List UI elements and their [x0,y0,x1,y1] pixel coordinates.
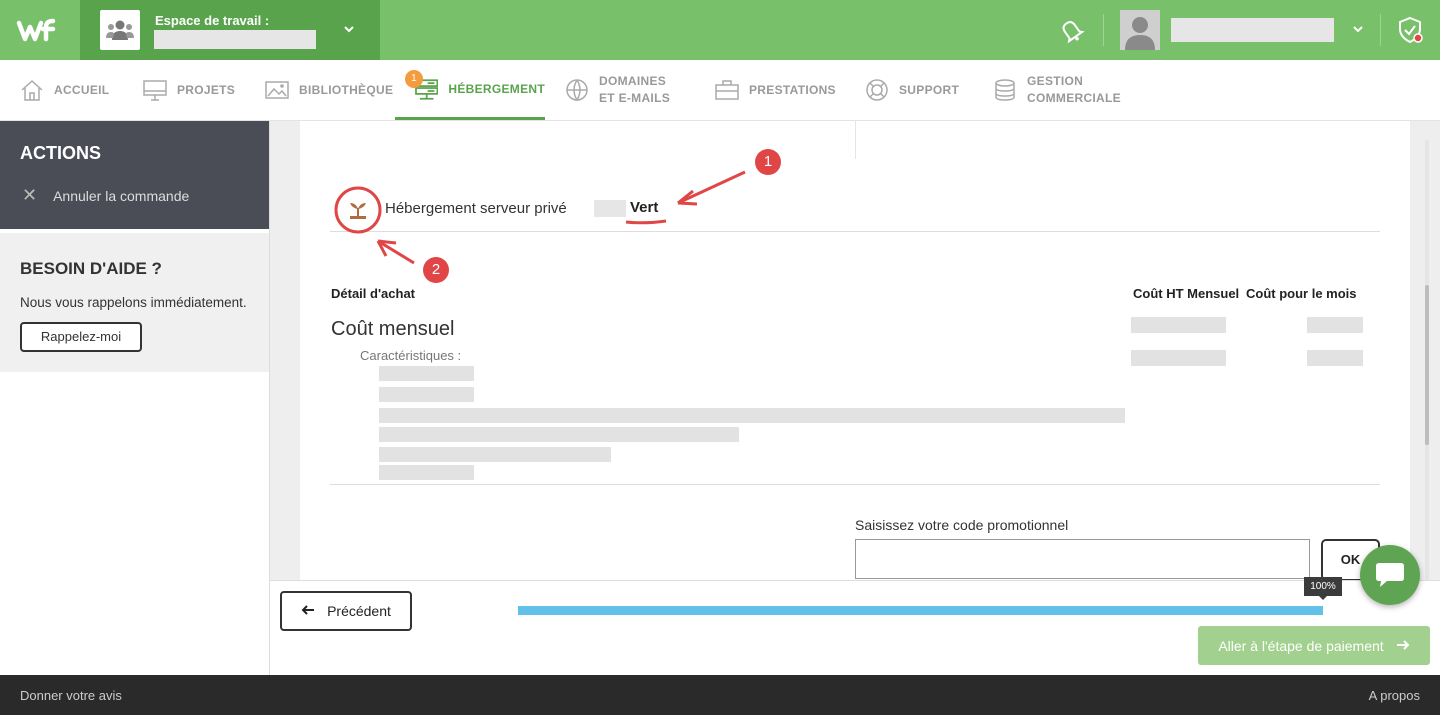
redacted-value [1131,350,1226,366]
main-nav: ACCUEIL PROJETS BIBLIOTHÈQUE 1 HÉBERGEME… [0,60,1440,121]
feedback-link[interactable]: Donner votre avis [20,688,122,703]
home-icon [21,79,43,101]
redacted-value [1131,317,1226,333]
nav-label: SUPPORT [899,83,960,97]
arrow-right-icon [1396,637,1410,655]
workspace-selector[interactable]: Espace de travail : [80,0,380,60]
redacted-characteristic [379,387,474,402]
sidebar: ACTIONS ✕ Annuler la commande BESOIN D'A… [0,121,270,675]
nav-label: PROJETS [177,83,236,97]
cancel-order-label: Annuler la commande [53,187,190,204]
notification-badge: 1 [405,70,423,88]
promo-code-input[interactable] [855,539,1310,579]
bottom-bar: Donner votre avis A propos [0,675,1440,715]
nav-label: BIBLIOTHÈQUE [299,83,394,97]
user-icon [1120,10,1160,50]
nav-label-line1: GESTION [1027,74,1084,88]
redacted-characteristic [379,427,739,442]
order-card [300,121,1410,581]
briefcase-icon [715,80,739,100]
monthly-cost-label: Coût mensuel [331,318,455,340]
help-panel: BESOIN D'AIDE ? Nous vous rappelons immé… [0,233,269,372]
progress-label: 100% [1304,577,1342,600]
column-header-cost-month: Coût pour le mois [1246,286,1357,301]
redacted-characteristic [379,465,474,480]
scrollbar-thumb[interactable] [1425,285,1429,445]
actions-title: ACTIONS [20,143,101,163]
product-title: Hébergement serveur privé [385,200,567,217]
nav-item-accueil[interactable]: ACCUEIL [20,60,109,120]
redacted-value [1307,317,1363,333]
go-to-payment-label: Aller à l'étape de paiement [1218,637,1384,654]
nav-item-bibliotheque[interactable]: BIBLIOTHÈQUE [265,60,393,120]
cancel-order-link[interactable]: ✕ Annuler la commande [20,185,189,206]
about-link[interactable]: A propos [1369,688,1420,703]
nav-label: ACCUEIL [54,83,110,97]
characteristics-label: Caractéristiques : [360,348,462,363]
go-to-payment-button[interactable]: Aller à l'étape de paiement [1198,626,1430,665]
workspace-name-redacted [154,30,316,49]
image-icon [265,81,289,99]
nav-label-line1: DOMAINES [599,74,667,88]
user-name-redacted[interactable] [1171,18,1334,42]
callback-button[interactable]: Rappelez-moi [20,322,142,352]
chat-icon [1376,563,1404,587]
group-icon [106,20,134,40]
product-name-redacted [594,200,626,217]
workspace-avatar [100,10,140,50]
redacted-characteristic [379,408,1125,423]
lifebuoy-icon [866,79,888,101]
workspace-label: Espace de travail : [155,13,270,28]
user-menu-chevron-icon[interactable] [1353,22,1363,36]
previous-button[interactable]: Précédent [280,591,412,631]
globe-icon [566,79,588,102]
help-text: Nous vous rappelons immédiatement. [20,295,247,310]
actions-panel: ACTIONS ✕ Annuler la commande [0,121,269,229]
nav-item-gestion-commerciale[interactable]: GESTION COMMERCIALE [993,60,1121,120]
redacted-characteristic [379,447,611,462]
divider [1103,14,1104,46]
redacted-value [1307,350,1363,366]
close-icon: ✕ [22,185,38,205]
logo[interactable] [16,14,64,46]
redacted-characteristic [379,366,474,381]
product-variant: Vert [630,199,659,216]
coins-icon [995,79,1015,101]
column-header-detail: Détail d'achat [331,286,416,301]
nav-label-line2: ET E-MAILS [599,91,670,105]
divider [855,121,856,159]
security-shield-icon[interactable] [1396,16,1424,44]
nav-item-projets[interactable]: PROJETS [143,60,235,120]
promo-code-label: Saisissez votre code promotionnel [855,517,1069,533]
nav-label: HÉBERGEMENT [448,81,545,96]
arrow-left-icon [301,602,315,620]
sprout-icon [350,203,366,219]
help-title: BESOIN D'AIDE ? [20,259,162,278]
chevron-down-icon[interactable] [344,22,354,36]
annotation-number-2: 2 [423,257,449,283]
divider [330,231,1380,232]
chat-button[interactable] [1360,545,1420,605]
nav-label-line2: COMMERCIALE [1027,91,1121,105]
logo-icon [16,18,56,42]
divider [1380,14,1381,46]
nav-item-domaines[interactable]: DOMAINES ET E-MAILS [565,60,670,120]
user-avatar[interactable] [1120,10,1160,50]
notification-bell-icon[interactable] [1056,15,1086,45]
nav-label: PRESTATIONS [749,83,836,97]
progress-bar [518,606,1323,615]
annotation-number-1: 1 [755,149,781,175]
nav-item-hebergement[interactable]: 1 HÉBERGEMENT [395,60,545,120]
top-bar: Espace de travail : [0,0,1440,60]
previous-label: Précédent [327,603,391,619]
monitor-icon [143,80,167,101]
nav-item-support[interactable]: SUPPORT [865,60,959,120]
nav-item-prestations[interactable]: PRESTATIONS [715,60,836,120]
column-header-cost-ht: Coût HT Mensuel [1133,286,1240,301]
divider [330,484,1380,485]
